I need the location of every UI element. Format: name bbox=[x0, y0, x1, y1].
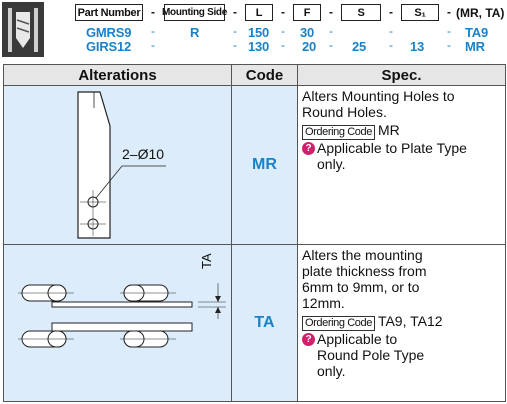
separator: - bbox=[151, 5, 155, 19]
separator: - bbox=[447, 38, 451, 52]
s-label: S bbox=[341, 4, 381, 21]
table-row: 2–Ø10 MR Alters Mounting Holes to Round … bbox=[3, 85, 506, 245]
column-header-alterations: Alterations bbox=[3, 64, 232, 86]
separator: - bbox=[151, 38, 155, 52]
table-row: TA TA Alters the mounting plate thicknes… bbox=[3, 244, 506, 402]
note-text: Applicable to Round Pole Type only. bbox=[317, 331, 425, 379]
ordering-code-label: Ordering Code bbox=[302, 316, 375, 331]
separator: - bbox=[281, 38, 285, 52]
example-s: 25 bbox=[352, 39, 367, 54]
alteration-suffix: (MR, TA) bbox=[456, 6, 505, 20]
example-f: 30 bbox=[300, 25, 315, 40]
example-part-number: GMRS9 bbox=[86, 25, 132, 40]
spec-text: Alters Mounting Holes to Round Holes. bbox=[302, 88, 455, 120]
table-header-row: Alterations Code Spec. bbox=[3, 64, 506, 86]
example-l: 130 bbox=[248, 39, 270, 54]
column-header-code: Code bbox=[231, 64, 298, 86]
applicability-note: ? Applicable to Round Pole Type only. bbox=[302, 331, 503, 379]
mounting-side-label: Mounting Side bbox=[162, 4, 227, 21]
mr-figure-cell: 2–Ø10 bbox=[3, 85, 232, 245]
separator: - bbox=[389, 38, 393, 52]
ta-figure-cell: TA bbox=[3, 244, 232, 402]
ordering-code-label: Ordering Code bbox=[302, 125, 375, 140]
ordering-code: Ordering Code MR bbox=[302, 122, 503, 140]
code-ta: TA bbox=[231, 244, 298, 402]
spec-text: Alters the mounting plate thickness from… bbox=[302, 247, 427, 311]
column-header-spec: Spec. bbox=[297, 64, 506, 86]
f-label: F bbox=[293, 4, 321, 21]
separator: - bbox=[329, 5, 333, 19]
example-s1: 13 bbox=[410, 39, 425, 54]
separator: - bbox=[329, 24, 333, 38]
s1-label: S₁ bbox=[401, 4, 439, 21]
part-number-label: Part Number bbox=[75, 4, 143, 21]
separator: - bbox=[447, 24, 451, 38]
hole-diameter-label: 2–Ø10 bbox=[122, 146, 165, 162]
ordering-code-value: TA9, TA12 bbox=[377, 313, 443, 329]
applicability-note: ? Applicable to Plate Type only. bbox=[302, 140, 503, 172]
warning-icon: ? bbox=[302, 333, 315, 346]
code-mr: MR bbox=[231, 85, 298, 245]
separator: - bbox=[329, 38, 333, 52]
note-text: Applicable to Plate Type only. bbox=[317, 140, 467, 172]
separator: - bbox=[389, 24, 393, 38]
thickness-label: TA bbox=[199, 253, 214, 269]
ta-drawing bbox=[18, 283, 226, 348]
separator: - bbox=[151, 24, 155, 38]
example-alteration: MR bbox=[465, 39, 485, 54]
alterations-table: Alterations Code Spec. 2–Ø10 MR Alters M… bbox=[3, 64, 506, 402]
example-f: 20 bbox=[302, 39, 317, 54]
separator: - bbox=[281, 24, 285, 38]
separator: - bbox=[447, 5, 451, 19]
separator: - bbox=[389, 5, 393, 19]
warning-icon: ? bbox=[302, 142, 315, 155]
separator: - bbox=[281, 5, 285, 19]
mr-drawing bbox=[77, 91, 166, 239]
separator: - bbox=[233, 5, 237, 19]
spec-mr: Alters Mounting Holes to Round Holes. Or… bbox=[297, 85, 506, 245]
spec-ta: Alters the mounting plate thickness from… bbox=[297, 244, 506, 402]
product-logo bbox=[2, 2, 44, 57]
ordering-code-value: MR bbox=[377, 122, 400, 138]
example-alteration: TA9 bbox=[465, 25, 488, 40]
separator: - bbox=[233, 24, 237, 38]
l-label: L bbox=[245, 4, 273, 21]
example-mounting-side: R bbox=[190, 25, 200, 40]
ordering-code: Ordering Code TA9, TA12 bbox=[302, 313, 503, 331]
example-l: 150 bbox=[248, 25, 270, 40]
separator: - bbox=[233, 38, 237, 52]
example-part-number: GIRS12 bbox=[86, 39, 132, 54]
